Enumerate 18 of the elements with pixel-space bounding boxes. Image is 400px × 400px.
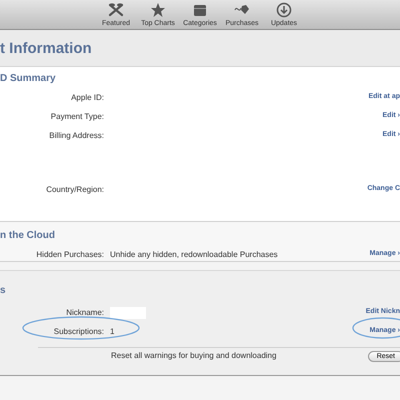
section-heading: n the Cloud (0, 231, 55, 241)
download-icon (276, 2, 292, 18)
nickname-field[interactable] (110, 306, 146, 318)
reset-warnings-text: Reset all warnings for buying and downloading (111, 350, 276, 362)
field-value: Unhide any hidden, redownloadable Purchases (110, 248, 278, 260)
field-label: Payment Type: (50, 110, 104, 122)
field-label: Country/Region: (45, 184, 104, 196)
field-label: Nickname: (65, 306, 104, 318)
field-label: Subscriptions: (52, 326, 104, 338)
page-title: t Information (0, 40, 92, 56)
section-heading: D Summary (0, 74, 56, 84)
star-icon (150, 2, 166, 18)
section-heading: s (0, 286, 6, 296)
fork-knife-icon (108, 2, 124, 18)
field-label: Apple ID: (70, 92, 104, 104)
field-label: Hidden Purchases: (35, 248, 104, 260)
field-value: 1 (110, 326, 114, 338)
field-label: Billing Address: (48, 130, 104, 142)
